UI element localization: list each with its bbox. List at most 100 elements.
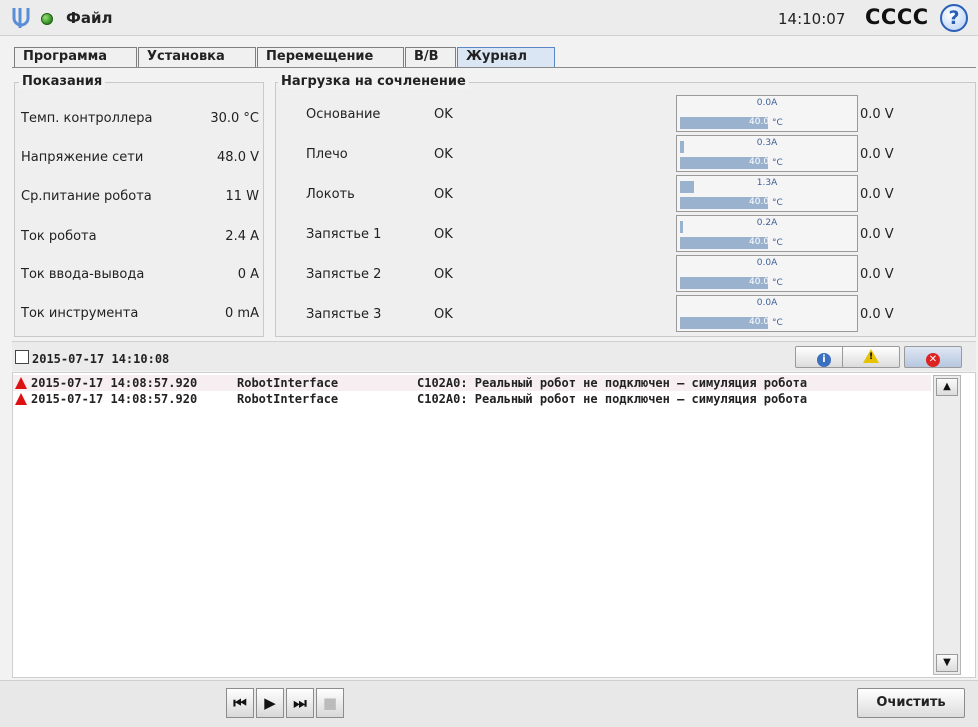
joint-voltage: 0.0 V [860, 307, 894, 322]
reading-value: 48.0 V [217, 150, 259, 165]
log-entry-time: 2015-07-17 14:08:57.920 [31, 392, 198, 406]
joint-temp: 40.0 [749, 237, 770, 247]
step-icon: ⏭ [293, 694, 307, 712]
robot-name: CCCC [865, 5, 929, 29]
joint-load-meter: 0.0A 40.0 °C [676, 295, 858, 332]
joint-load-title: Нагрузка на сочленение [278, 74, 469, 89]
joint-status: OK [434, 267, 453, 282]
joint-status: OK [434, 227, 453, 242]
log-entry[interactable]: 2015-07-17 14:08:57.920 RobotInterface C… [13, 391, 931, 407]
reading-label: Ток инструмента [21, 306, 139, 321]
joint-temp-unit: °C [772, 238, 783, 248]
tab-divider [12, 67, 976, 68]
warning-icon: ! [863, 349, 879, 363]
joint-name: Запястье 3 [306, 307, 382, 322]
log-scrollbar[interactable]: ▲ ▼ [933, 375, 961, 675]
scroll-up-icon[interactable]: ▲ [936, 378, 958, 396]
joint-temp-unit: °C [772, 198, 783, 208]
tab-installation[interactable]: Установка [138, 47, 256, 67]
rewind-button[interactable]: ⏮ [226, 688, 254, 718]
file-menu[interactable]: Файл [66, 9, 113, 27]
joint-name: Плечо [306, 147, 348, 162]
joint-load-meter: 0.2A 40.0 °C [676, 215, 858, 252]
scroll-down-icon[interactable]: ▼ [936, 654, 958, 672]
reading-value: 0 A [237, 267, 259, 282]
step-button[interactable]: ⏭ [286, 688, 314, 718]
title-bar: Файл 14:10:07 CCCC ? [0, 0, 978, 36]
clock: 14:10:07 [778, 10, 846, 28]
log-calendar-icon [15, 350, 29, 364]
joint-voltage: 0.0 V [860, 107, 894, 122]
log-header-date: 2015-07-17 14:10:08 [32, 352, 170, 366]
joint-name: Основание [306, 107, 381, 122]
joint-name: Локоть [306, 187, 355, 202]
error-filter-button[interactable]: ✕ [904, 346, 962, 368]
warning-filter-button[interactable]: ! [842, 346, 900, 368]
stop-icon: ■ [322, 694, 338, 712]
warning-icon [15, 393, 27, 405]
reading-value: 11 W [225, 189, 259, 204]
reading-label: Ток робота [21, 229, 97, 244]
joint-status: OK [434, 307, 453, 322]
robot-status-icon [41, 13, 53, 25]
log-entry-source: RobotInterface [237, 376, 339, 390]
bottom-bar: ⏮ ▶ ⏭ ■ Очистить [0, 680, 978, 727]
joint-voltage: 0.0 V [860, 267, 894, 282]
tab-move[interactable]: Перемещение [257, 47, 404, 67]
joint-temp: 40.0 [749, 197, 770, 207]
joint-voltage: 0.0 V [860, 227, 894, 242]
help-button[interactable]: ? [940, 4, 968, 32]
joint-temp: 40.0 [749, 317, 770, 327]
joint-name: Запястье 2 [306, 267, 382, 282]
joint-status: OK [434, 147, 453, 162]
joint-current: 0.0A [756, 98, 778, 108]
joint-load-meter: 0.0A 40.0 °C [676, 255, 858, 292]
log-entry-message: C102A0: Реальный робот не подключен – си… [417, 392, 808, 406]
log-header: 2015-07-17 14:10:08 i ! ✕ [12, 341, 976, 371]
readings-title: Показания [19, 74, 106, 89]
joint-current: 0.3A [756, 138, 778, 148]
joint-voltage: 0.0 V [860, 187, 894, 202]
log-entry[interactable]: 2015-07-17 14:08:57.920 RobotInterface C… [13, 375, 931, 391]
reading-value: 30.0 °C [210, 111, 259, 126]
reading-label: Темп. контроллера [21, 111, 153, 126]
joint-temp-unit: °C [772, 278, 783, 288]
readings-panel: Показания Темп. контроллера 30.0 °C Напр… [14, 74, 264, 337]
reading-label: Напряжение сети [21, 150, 144, 165]
joint-voltage: 0.0 V [860, 147, 894, 162]
joint-current: 1.3A [756, 178, 778, 188]
info-icon: i [817, 353, 831, 367]
joint-load-meter: 0.0A 40.0 °C [676, 95, 858, 132]
play-icon: ▶ [264, 694, 276, 712]
joint-temp: 40.0 [749, 117, 770, 127]
joint-load-meter: 1.3A 40.0 °C [676, 175, 858, 212]
reading-value: 0 mA [225, 306, 259, 321]
stop-button[interactable]: ■ [316, 688, 344, 718]
joint-temp-unit: °C [772, 318, 783, 328]
reading-value: 2.4 A [225, 229, 259, 244]
joint-temp-unit: °C [772, 118, 783, 128]
warning-icon [15, 377, 27, 389]
joint-temp-unit: °C [772, 158, 783, 168]
clear-button[interactable]: Очистить [857, 688, 965, 718]
joint-temp: 40.0 [749, 157, 770, 167]
tab-io[interactable]: В/В [405, 47, 456, 67]
joint-load-meter: 0.3A 40.0 °C [676, 135, 858, 172]
error-icon: ✕ [926, 353, 940, 367]
joint-load-panel: Нагрузка на сочленение Основание OK 0.0A… [275, 74, 976, 337]
reading-label: Ток ввода-вывода [21, 267, 145, 282]
log-entry-source: RobotInterface [237, 392, 339, 406]
tab-program[interactable]: Программа [14, 47, 137, 67]
joint-status: OK [434, 107, 453, 122]
play-button[interactable]: ▶ [256, 688, 284, 718]
joint-status: OK [434, 187, 453, 202]
joint-temp: 40.0 [749, 277, 770, 287]
log-list[interactable]: 2015-07-17 14:08:57.920 RobotInterface C… [12, 372, 976, 678]
joint-name: Запястье 1 [306, 227, 382, 242]
reading-label: Ср.питание робота [21, 189, 152, 204]
tab-log[interactable]: Журнал [457, 47, 555, 67]
joint-current: 0.2A [756, 218, 778, 228]
log-entry-message: C102A0: Реальный робот не подключен – си… [417, 376, 808, 390]
log-entry-time: 2015-07-17 14:08:57.920 [31, 376, 198, 390]
ur-logo-icon [12, 8, 30, 28]
